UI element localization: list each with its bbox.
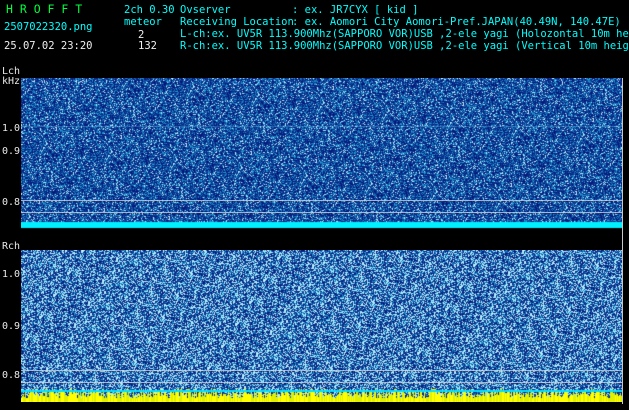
lch-ytick-0.9: 0.9: [2, 146, 21, 157]
observer-value: : ex. JR7CYX [ kid ]: [292, 4, 419, 16]
channel-info: 2ch 0.30: [124, 4, 175, 16]
app-brand: H R O F F T: [6, 2, 83, 16]
rch-marker-line-lower: [21, 382, 623, 383]
rch-ytick-0.8: 0.8: [2, 370, 21, 381]
rch-ytick-1.0: 1.0: [2, 269, 21, 280]
rch-label: Rch: [2, 241, 21, 252]
datetime: 25.07.02 23:20: [4, 40, 93, 52]
rch-ytick-0.9: 0.9: [2, 321, 21, 332]
location-value: : ex. Aomori City Aomori-Pref.JAPAN(40.4…: [292, 16, 621, 28]
lch-ytick-1.0: 1.0: [2, 123, 21, 134]
lch-marker-line-upper: [21, 200, 623, 201]
lch-marker-line-lower: [21, 212, 623, 213]
count-right: 132: [138, 40, 157, 52]
file-name: 2507022320.png: [4, 21, 93, 33]
mode-label: meteor: [124, 16, 162, 28]
location-label: Receiving Location: [180, 16, 294, 28]
rch-spectrogram: [21, 250, 623, 402]
lch-description: L-ch:ex. UV5R 113.900Mhz(SAPPORO VOR)USB…: [180, 28, 629, 40]
current-time-marker: [622, 78, 623, 404]
rch-marker-line-upper: [21, 370, 623, 371]
lch-unit: kHz: [2, 76, 21, 87]
rch-description: R-ch:ex. UV5R 113.900Mhz(SAPPORO VOR)USB…: [180, 40, 629, 52]
lch-ytick-0.8: 0.8: [2, 197, 21, 208]
lch-spectrogram: [21, 78, 623, 230]
observer-label: Ovserver: [180, 4, 231, 16]
